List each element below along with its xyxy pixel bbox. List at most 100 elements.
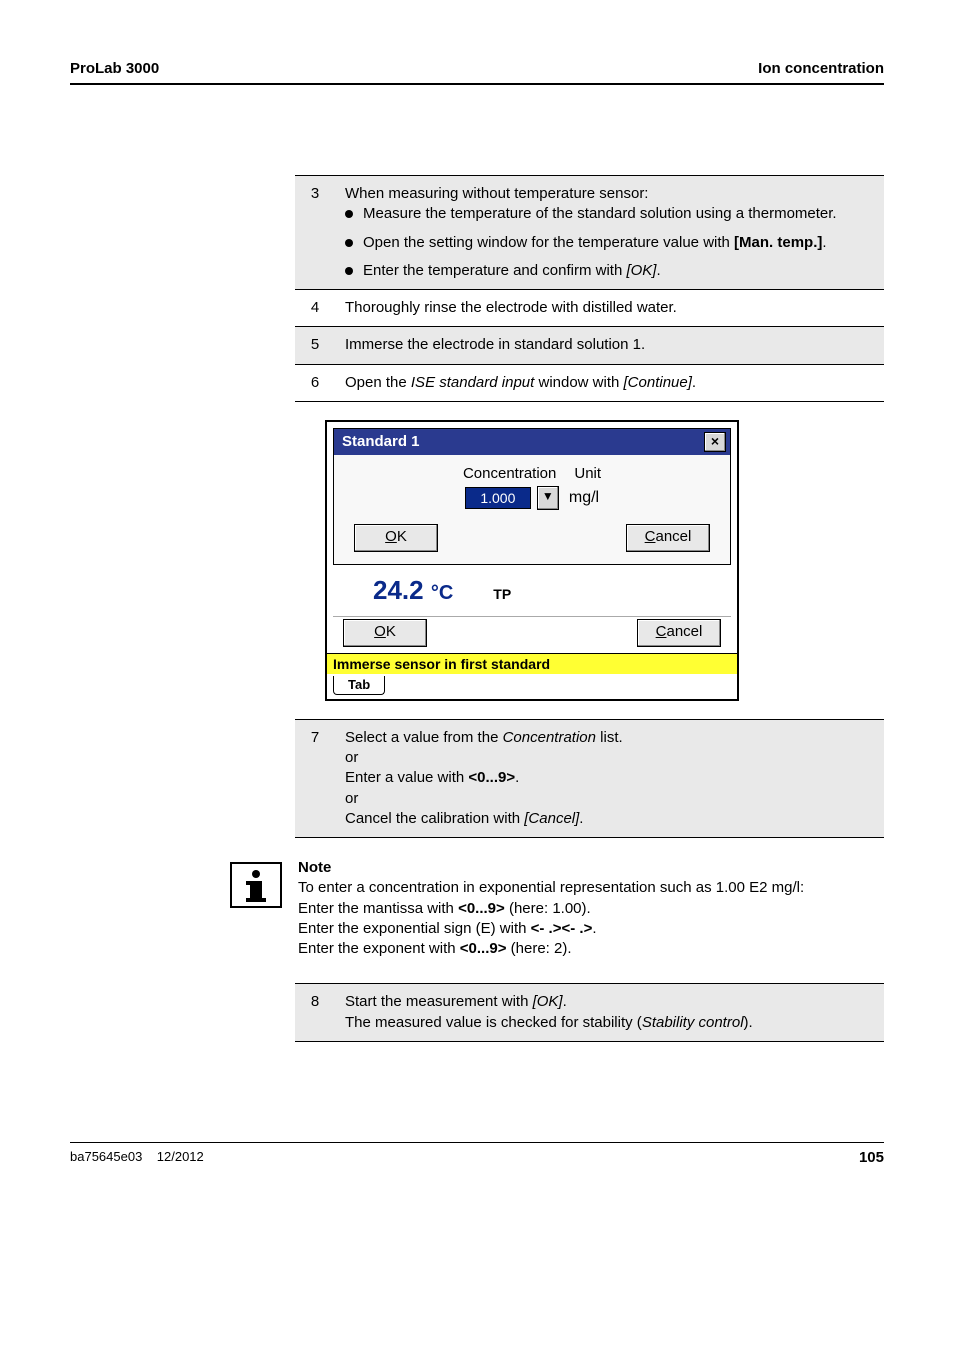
continue-ref: [Continue] — [624, 374, 692, 391]
header-left: ProLab 3000 — [70, 60, 159, 77]
step-3-bullet-1: Measure the temperature of the standard … — [345, 204, 874, 224]
step-4-text: Thoroughly rinse the electrode with dist… — [339, 290, 884, 327]
text: The measured value is checked for stabil… — [345, 1014, 642, 1031]
step-7-cell: Select a value from the Concentration li… — [339, 719, 884, 837]
text: Enter the exponent with — [298, 940, 460, 957]
step-6-text: Open the ISE standard input window with … — [339, 364, 884, 401]
temp-number: 24.2 — [373, 575, 431, 605]
step-number: 7 — [295, 719, 339, 837]
text: . — [592, 920, 596, 937]
step-3-bullet-2: Open the setting window for the temperat… — [345, 233, 874, 253]
close-icon[interactable]: × — [704, 432, 726, 452]
cancel-ref: [Cancel] — [524, 810, 579, 827]
concentration-label: Concentration — [463, 465, 556, 482]
text: . — [656, 262, 660, 279]
tab-control[interactable]: Tab — [333, 676, 385, 695]
text: Enter the temperature and confirm with — [363, 262, 626, 279]
step-7-line-5: Cancel the calibration with [Cancel]. — [345, 809, 874, 829]
footer-left: ba75645e03 12/2012 — [70, 1149, 204, 1166]
text: K — [397, 528, 407, 545]
screenshot-dialog: Standard 1 × Concentration Unit 1.000 ▼ … — [325, 420, 739, 701]
note-line-3: Enter the exponential sign (E) with <- .… — [298, 919, 804, 939]
step-7-line-3: Enter a value with <0...9>. — [345, 768, 874, 788]
text: Select a value from the — [345, 729, 503, 746]
mnemonic: O — [385, 528, 397, 545]
step-5-text: Immerse the electrode in standard soluti… — [339, 327, 884, 364]
page-header: ProLab 3000 Ion concentration — [70, 60, 884, 77]
text: (here: 2). — [507, 940, 572, 957]
text: . — [692, 374, 696, 391]
outer-ok-button[interactable]: OK — [343, 619, 427, 647]
text: Enter the exponential sign (E) with — [298, 920, 531, 937]
man-temp: [Man. temp.] — [734, 234, 822, 251]
footer-rule — [70, 1142, 884, 1143]
text: Enter the mantissa with — [298, 900, 458, 917]
window-name: ISE standard input — [411, 374, 534, 391]
text: ). — [744, 1014, 753, 1031]
steps-table-2: 7 Select a value from the Concentration … — [295, 719, 884, 838]
text: K — [386, 623, 396, 640]
mnemonic: C — [645, 528, 656, 545]
note-line-1: To enter a concentration in exponential … — [298, 878, 804, 898]
temp-unit: °C — [431, 582, 453, 604]
text: (here: 1.00). — [505, 900, 591, 917]
note-block: Note To enter a concentration in exponen… — [230, 858, 884, 959]
step-7-line-4: or — [345, 789, 874, 809]
key-seq: <- .><- .> — [531, 920, 593, 937]
text: . — [579, 810, 583, 827]
unit-dropdown-button[interactable]: ▼ — [537, 486, 559, 510]
step-8-line-2: The measured value is checked for stabil… — [345, 1013, 874, 1033]
text: Open the — [345, 374, 411, 391]
step-3-intro: When measuring without temperature senso… — [345, 184, 874, 204]
unit-label: Unit — [574, 465, 601, 482]
inner-ok-button[interactable]: OK — [354, 524, 438, 552]
inner-cancel-button[interactable]: Cancel — [626, 524, 710, 552]
page-footer: ba75645e03 12/2012 105 — [70, 1149, 884, 1166]
text: Open the setting window for the temperat… — [363, 234, 734, 251]
doc-id: ba75645e03 — [70, 1149, 142, 1164]
outer-cancel-button[interactable]: Cancel — [637, 619, 721, 647]
text: . — [563, 993, 567, 1010]
step-number: 3 — [295, 176, 339, 290]
header-rule — [70, 83, 884, 85]
standard-1-dialog: Standard 1 × Concentration Unit 1.000 ▼ … — [333, 428, 731, 565]
step-number: 8 — [295, 984, 339, 1042]
steps-table-3: 8 Start the measurement with [OK]. The m… — [295, 983, 884, 1042]
dialog-title: Standard 1 — [342, 433, 420, 450]
status-bar: Immerse sensor in first standard — [327, 653, 737, 674]
text: Cancel the calibration with — [345, 810, 524, 827]
info-icon — [230, 862, 282, 908]
note-line-2: Enter the mantissa with <0...9> (here: 1… — [298, 899, 804, 919]
step-number: 4 — [295, 290, 339, 327]
key-range: <0...9> — [460, 940, 507, 957]
doc-date: 12/2012 — [157, 1149, 204, 1164]
note-line-4: Enter the exponent with <0...9> (here: 2… — [298, 939, 804, 959]
text: Enter a value with — [345, 769, 468, 786]
key-range: <0...9> — [458, 900, 505, 917]
header-right: Ion concentration — [758, 60, 884, 77]
tp-label: TP — [493, 586, 511, 602]
mnemonic: C — [656, 623, 667, 640]
step-number: 6 — [295, 364, 339, 401]
text: ancel — [655, 528, 691, 545]
temperature-display: 24.2 °C TP — [333, 571, 731, 610]
text: . — [515, 769, 519, 786]
text: window with — [534, 374, 623, 391]
text: Start the measurement with — [345, 993, 533, 1010]
key-range: <0...9> — [468, 769, 515, 786]
step-7-line-1: Select a value from the Concentration li… — [345, 728, 874, 748]
mnemonic: O — [374, 623, 386, 640]
dialog-titlebar: Standard 1 × — [334, 429, 730, 455]
step-number: 5 — [295, 327, 339, 364]
temperature-value: 24.2 °C — [373, 575, 453, 606]
list-name: Concentration — [503, 729, 596, 746]
step-8-cell: Start the measurement with [OK]. The mea… — [339, 984, 884, 1042]
note-text: Note To enter a concentration in exponen… — [298, 858, 804, 959]
concentration-input[interactable]: 1.000 — [465, 487, 531, 509]
step-3-bullet-3: Enter the temperature and confirm with [… — [345, 261, 874, 281]
unit-value: mg/l — [569, 489, 599, 507]
note-title: Note — [298, 858, 804, 878]
page-number: 105 — [859, 1149, 884, 1166]
text: . — [822, 234, 826, 251]
stability-ref: Stability control — [642, 1014, 744, 1031]
